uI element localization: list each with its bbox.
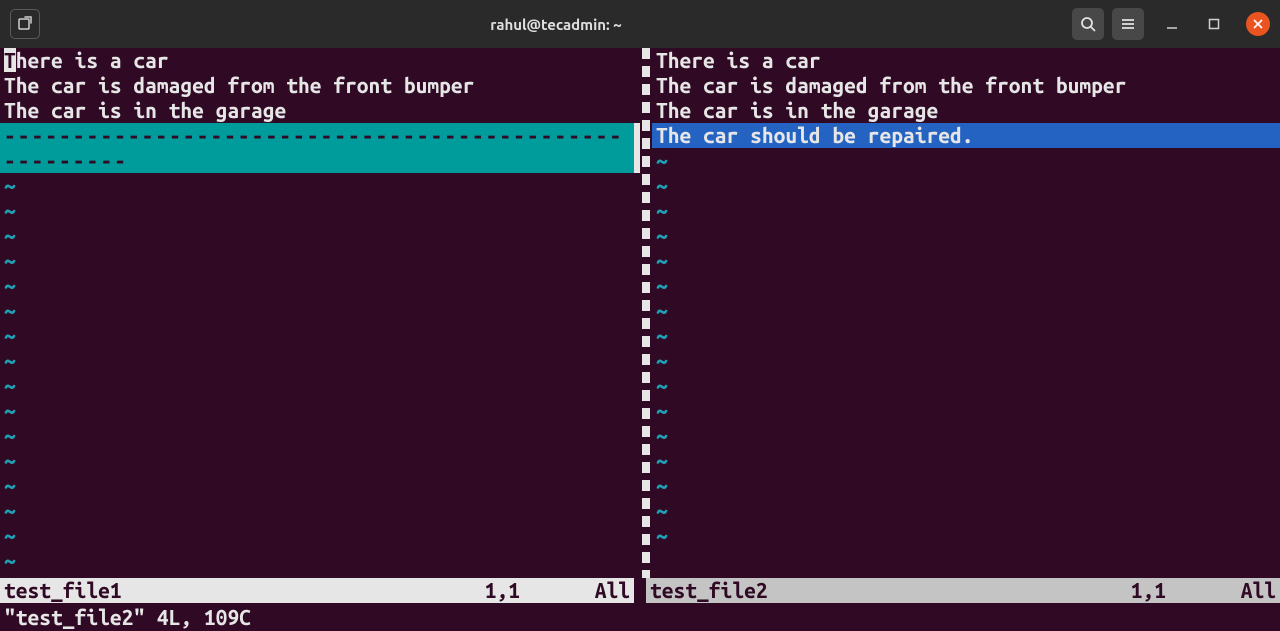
status-left-spacer xyxy=(126,578,481,603)
status-left-cursor: 1,1 xyxy=(481,578,524,603)
maximize-button[interactable] xyxy=(1200,10,1228,38)
empty-line-tilde: ~ xyxy=(652,148,1280,173)
empty-line-tilde: ~ xyxy=(652,173,1280,198)
menu-button[interactable] xyxy=(1112,8,1144,40)
empty-line-tilde: ~ xyxy=(0,273,640,298)
empty-line-tilde: ~ xyxy=(0,248,640,273)
menu-icon xyxy=(1120,16,1136,32)
new-tab-icon xyxy=(17,16,33,32)
vim-statusline: test_file1 1,1 All test_file2 1,1 All xyxy=(0,578,1280,603)
minimize-icon xyxy=(1166,18,1178,30)
pane-right[interactable]: There is a car The car is damaged from t… xyxy=(652,48,1280,578)
titlebar-left xyxy=(10,9,40,39)
maximize-icon xyxy=(1208,18,1220,30)
fold-marker xyxy=(634,123,640,173)
line-rest: here is a car xyxy=(16,48,169,72)
pane-left-content: There is a car The car is damaged from t… xyxy=(0,48,640,578)
empty-line-tilde: ~ xyxy=(0,223,640,248)
empty-line-tilde: ~ xyxy=(0,523,640,548)
diff-added-line: The car should be repaired. xyxy=(652,123,1280,148)
text-line: The car is in the garage xyxy=(652,98,1280,123)
pane-right-content: There is a car The car is damaged from t… xyxy=(652,48,1280,578)
empty-line-tilde: ~ xyxy=(0,423,640,448)
empty-line-tilde: ~ xyxy=(652,323,1280,348)
new-tab-button[interactable] xyxy=(10,9,40,39)
close-button[interactable] xyxy=(1246,12,1270,36)
empty-line-tilde: ~ xyxy=(652,473,1280,498)
text-line: The car is in the garage xyxy=(0,98,640,123)
empty-line-tilde: ~ xyxy=(652,423,1280,448)
diff-filler-dashes: ----------------------------------------… xyxy=(4,123,634,173)
empty-line-tilde: ~ xyxy=(0,173,640,198)
status-right-filename: test_file2 xyxy=(646,578,772,603)
pane-left[interactable]: There is a car The car is damaged from t… xyxy=(0,48,640,578)
vim-command-line[interactable]: "test_file2" 4L, 109C xyxy=(0,603,1280,631)
diff-deleted-line: ----------------------------------------… xyxy=(0,123,640,173)
empty-line-tilde: ~ xyxy=(0,198,640,223)
vim-split-panes: There is a car The car is damaged from t… xyxy=(0,48,1280,578)
empty-line-tilde: ~ xyxy=(652,273,1280,298)
search-button[interactable] xyxy=(1072,8,1104,40)
status-gap xyxy=(634,578,646,603)
status-left-scroll: All xyxy=(524,578,634,603)
empty-line-tilde: ~ xyxy=(652,248,1280,273)
status-left-filename: test_file1 xyxy=(0,578,126,603)
text-line: There is a car xyxy=(652,48,1280,73)
empty-line-tilde: ~ xyxy=(0,373,640,398)
minimize-button[interactable] xyxy=(1158,10,1186,38)
empty-line-tilde: ~ xyxy=(652,223,1280,248)
titlebar-right xyxy=(1072,8,1270,40)
status-right-scroll: All xyxy=(1170,578,1280,603)
vertical-split-bar[interactable] xyxy=(642,48,650,578)
empty-line-tilde: ~ xyxy=(652,498,1280,523)
empty-line-tilde: ~ xyxy=(0,473,640,498)
window-title: rahul@tecadmin: ~ xyxy=(40,16,1072,33)
empty-line-tilde: ~ xyxy=(652,398,1280,423)
search-icon xyxy=(1080,16,1096,32)
empty-line-tilde: ~ xyxy=(652,298,1280,323)
empty-line-tilde: ~ xyxy=(652,198,1280,223)
empty-line-tilde: ~ xyxy=(0,548,640,573)
cursor-cell: T xyxy=(4,48,16,72)
empty-line-tilde: ~ xyxy=(652,348,1280,373)
empty-line-tilde: ~ xyxy=(652,373,1280,398)
status-right-spacer xyxy=(772,578,1127,603)
empty-line-tilde: ~ xyxy=(0,348,640,373)
text-line: The car is damaged from the front bumper xyxy=(652,73,1280,98)
empty-line-tilde: ~ xyxy=(652,448,1280,473)
empty-line-tilde: ~ xyxy=(0,398,640,423)
empty-line-tilde: ~ xyxy=(0,448,640,473)
close-icon xyxy=(1253,19,1263,29)
empty-line-tilde: ~ xyxy=(652,523,1280,548)
terminal-area[interactable]: There is a car The car is damaged from t… xyxy=(0,48,1280,631)
window-titlebar: rahul@tecadmin: ~ xyxy=(0,0,1280,48)
text-line: There is a car xyxy=(0,48,640,73)
empty-line-tilde: ~ xyxy=(0,323,640,348)
text-line: The car is damaged from the front bumper xyxy=(0,73,640,98)
empty-line-tilde: ~ xyxy=(0,298,640,323)
empty-line-tilde: ~ xyxy=(0,498,640,523)
status-right-cursor: 1,1 xyxy=(1127,578,1170,603)
